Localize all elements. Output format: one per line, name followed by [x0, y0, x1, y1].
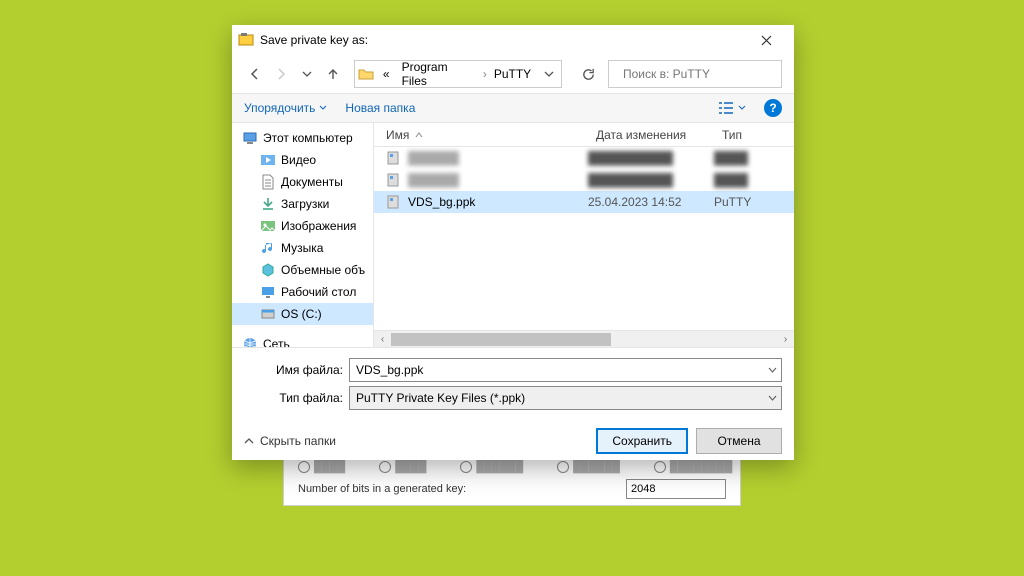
recent-dropdown[interactable] [296, 63, 318, 85]
file-icon [386, 194, 402, 210]
file-name: VDS_bg.ppk [408, 195, 475, 209]
sort-asc-icon [415, 131, 423, 139]
back-button[interactable] [244, 63, 266, 85]
column-headers: Имя Дата изменения Тип [374, 123, 794, 147]
chevron-up-icon [244, 436, 254, 446]
file-date: ██████████ [588, 173, 714, 187]
file-list: ████████████████████████████████████████… [374, 147, 794, 330]
tree-network[interactable]: Сеть [232, 333, 373, 347]
h-scrollbar[interactable]: ‹ › [374, 330, 794, 347]
file-name: ██████ [408, 151, 459, 165]
tree-video[interactable]: Видео [232, 149, 373, 171]
crumb-putty[interactable]: PuTTY [488, 61, 537, 87]
titlebar: Save private key as: [232, 25, 794, 55]
scroll-thumb[interactable] [391, 333, 611, 346]
tree-this-pc[interactable]: Этот компьютер [232, 127, 373, 149]
file-row[interactable]: ████████████████████ [374, 147, 794, 169]
help-button[interactable]: ? [764, 99, 782, 117]
filename-label: Имя файла: [244, 363, 349, 377]
app-icon [238, 32, 254, 48]
file-row[interactable]: VDS_bg.ppk 25.04.2023 14:52PuTTY [374, 191, 794, 213]
save-button[interactable]: Сохранить [596, 428, 688, 454]
col-date[interactable]: Дата изменения [588, 128, 714, 142]
filetype-select[interactable] [350, 387, 763, 409]
filetype-combo[interactable] [349, 386, 782, 410]
hide-folders-toggle[interactable]: Скрыть папки [244, 434, 336, 448]
up-button[interactable] [322, 63, 344, 85]
path-dropdown[interactable] [537, 69, 561, 79]
file-date: 25.04.2023 14:52 [588, 195, 714, 209]
file-type: ████ [714, 151, 794, 165]
file-icon [386, 172, 402, 188]
bottom-panel: Имя файла: Тип файла: Скрыть папки Сохра… [232, 347, 794, 460]
file-type: ████ [714, 173, 794, 187]
cancel-button[interactable]: Отмена [696, 428, 782, 454]
navbar: « Program Files › PuTTY [232, 55, 794, 93]
chevron-down-icon [738, 104, 746, 112]
search-box[interactable] [608, 60, 782, 88]
tree-3d-objects[interactable]: Объемные объ [232, 259, 373, 281]
save-dialog: Save private key as: « Program Files › P… [232, 25, 794, 460]
file-row[interactable]: ████████████████████ [374, 169, 794, 191]
folder-icon [355, 66, 377, 82]
tree-documents[interactable]: Документы [232, 171, 373, 193]
file-date: ██████████ [588, 151, 714, 165]
filename-combo[interactable] [349, 358, 782, 382]
scroll-left[interactable]: ‹ [374, 331, 391, 348]
toolbar: Упорядочить Новая папка ? [232, 93, 794, 123]
crumb-prefix: « [377, 61, 396, 87]
chevron-down-icon[interactable] [763, 366, 781, 375]
file-icon [386, 150, 402, 166]
puttygen-background: ████ ████ ██████ ██████ ████████ Number … [283, 456, 741, 506]
filename-input[interactable] [350, 359, 763, 381]
bits-input[interactable] [626, 479, 726, 499]
forward-button[interactable] [270, 63, 292, 85]
chevron-down-icon [319, 104, 327, 112]
dialog-title: Save private key as: [260, 33, 746, 47]
crumb-program-files[interactable]: Program Files [396, 61, 482, 87]
organize-menu[interactable]: Упорядочить [244, 101, 327, 115]
new-folder-button[interactable]: Новая папка [345, 101, 415, 115]
refresh-button[interactable] [572, 60, 604, 88]
filetype-label: Тип файла: [244, 391, 349, 405]
view-menu[interactable] [718, 101, 746, 115]
search-input[interactable] [621, 66, 780, 82]
breadcrumb[interactable]: « Program Files › PuTTY [354, 60, 562, 88]
file-type: PuTTY [714, 195, 794, 209]
tree-desktop[interactable]: Рабочий стол [232, 281, 373, 303]
tree-pictures[interactable]: Изображения [232, 215, 373, 237]
nav-tree: Этот компьютер Видео Документы Загрузки … [232, 123, 374, 347]
key-type-radios: ████ ████ ██████ ██████ ████████ [298, 461, 726, 473]
tree-os-c[interactable]: OS (C:) [232, 303, 373, 325]
tree-music[interactable]: Музыка [232, 237, 373, 259]
tree-downloads[interactable]: Загрузки [232, 193, 373, 215]
close-button[interactable] [746, 26, 786, 54]
file-name: ██████ [408, 173, 459, 187]
file-area: Имя Дата изменения Тип █████████████████… [374, 123, 794, 347]
col-name[interactable]: Имя [378, 128, 588, 142]
scroll-right[interactable]: › [777, 331, 794, 348]
bits-label: Number of bits in a generated key: [298, 483, 466, 495]
chevron-down-icon[interactable] [763, 394, 781, 403]
col-type[interactable]: Тип [714, 128, 794, 142]
